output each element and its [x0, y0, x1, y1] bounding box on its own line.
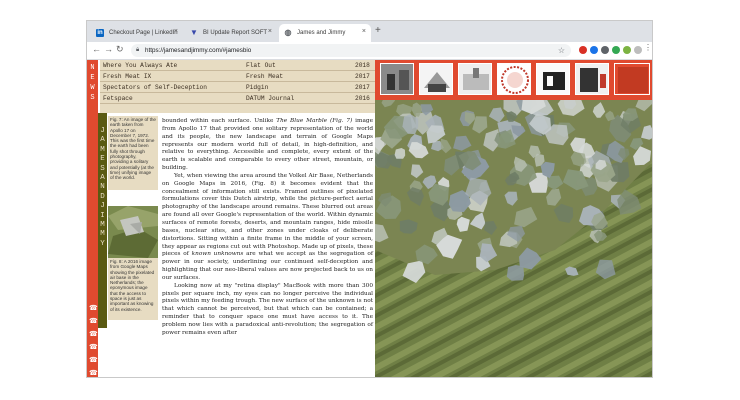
tab-bi-report[interactable]: ▼ BI Update Report SOFT × [185, 24, 277, 42]
text-run: bounded within each surface. Unlike [162, 118, 277, 124]
extension-icon[interactable] [590, 46, 598, 54]
figure-8-caption: Fig. 8: A 2016 image from Google Maps sh… [108, 258, 158, 320]
link-icon[interactable]: ☎ [89, 318, 98, 325]
browser-toolbar: ← → ↻ 🔒︎ https://jamesandjimmy.com/#jame… [87, 42, 652, 60]
article-paragraph: Looking now at my "retina display" MacBo… [162, 282, 373, 336]
tab-james-and-jimmy[interactable]: ◍ James and Jimmy × [279, 24, 371, 42]
link-icon[interactable]: ☎ [89, 344, 98, 351]
news-title: Spectators of Self-Deception [103, 84, 207, 91]
mail-icon[interactable]: ☎ [89, 305, 98, 312]
article-paragraph: Yet, when viewing the area around the Vo… [162, 173, 373, 283]
vertical-site-title[interactable]: J A M E S A N D J I M M Y [98, 113, 107, 328]
lock-icon: 🔒︎ [136, 47, 140, 53]
title-letter: N [100, 183, 105, 192]
tab-strip: in Checkout Page | LinkedIn × ▼ BI Updat… [87, 21, 652, 42]
news-title: Where You Always Ate [103, 62, 178, 69]
tab-label: James and Jimmy [297, 30, 346, 36]
title-letter: E [100, 155, 105, 164]
figure-7-caption: Fig. 7: An image of the earth taken from… [108, 116, 158, 190]
news-year: 2017 [355, 84, 370, 91]
news-letter: E [90, 74, 95, 82]
bookmark-star-icon[interactable]: ☆ [558, 44, 565, 57]
project-thumbnail[interactable] [458, 63, 492, 95]
tab-label: Checkout Page | LinkedIn [109, 30, 178, 36]
title-letter: Y [100, 239, 105, 248]
news-publisher: Fresh Meat [246, 73, 284, 80]
browser-window: in Checkout Page | LinkedIn × ▼ BI Updat… [86, 20, 653, 378]
link-icon[interactable]: ☎ [89, 370, 98, 377]
pixel-blur-patch [394, 148, 406, 159]
title-letter: A [100, 136, 105, 145]
project-thumbnail[interactable] [614, 63, 650, 95]
project-thumbnail[interactable] [380, 63, 414, 95]
extension-icon[interactable] [623, 46, 631, 54]
title-letter: I [100, 211, 105, 220]
text-run: Yet, when viewing the area around the Vo… [162, 172, 373, 258]
italic-text: known unknowns [191, 251, 244, 258]
forward-icon[interactable]: → [104, 44, 113, 54]
close-icon[interactable]: × [174, 28, 178, 35]
article-body: bounded within each surface. Unlike The … [162, 118, 373, 338]
extension-icon[interactable] [612, 46, 620, 54]
link-icon[interactable]: ☎ [89, 357, 98, 364]
url-text: https://jamesandjimmy.com/#jamesbio [145, 47, 252, 54]
text-run: image from Apollo 17 that provided one s… [162, 118, 373, 172]
news-publisher: Pidgin [246, 84, 269, 91]
project-thumbnails [375, 60, 652, 100]
web-page: N E W S Where You Always Ate Flat Out 20… [87, 60, 652, 377]
title-letter: J [100, 202, 105, 211]
news-label: N E W S [87, 60, 98, 113]
close-icon[interactable]: × [268, 28, 272, 35]
project-thumbnail[interactable] [575, 63, 609, 95]
reload-icon[interactable]: ↻ [116, 44, 124, 55]
title-letter: S [100, 164, 105, 173]
tab-linkedin[interactable]: in Checkout Page | LinkedIn × [91, 24, 183, 42]
address-bar[interactable]: 🔒︎ https://jamesandjimmy.com/#jamesbio ☆ [131, 44, 571, 57]
news-year: 2016 [355, 95, 370, 102]
menu-dots-icon[interactable]: ⋮ [644, 43, 652, 52]
tab-label: BI Update Report SOFT [203, 30, 268, 36]
news-publisher: Flat Out [246, 62, 276, 69]
news-row[interactable]: Where You Always Ate Flat Out 2018 [100, 60, 375, 71]
news-letter: S [90, 94, 95, 102]
news-letter: N [90, 64, 95, 72]
title-letter: A [100, 174, 105, 183]
news-publisher: DATUM Journal [246, 95, 295, 102]
news-title: Fetspace [103, 95, 133, 102]
pixelated-satellite-image [375, 100, 652, 377]
title-letter: M [100, 230, 105, 239]
italic-text: The Blue Marble (Fig. 7) [276, 118, 353, 124]
globe-icon: ◍ [284, 28, 292, 37]
news-title: Fresh Meat IX [103, 73, 152, 80]
project-thumbnail[interactable] [497, 63, 531, 95]
news-row[interactable]: Fresh Meat IX Fresh Meat 2017 [100, 71, 375, 82]
link-icon[interactable]: ☎ [89, 331, 98, 338]
news-row[interactable]: Fetspace DATUM Journal 2016 [100, 93, 375, 104]
news-year: 2018 [355, 62, 370, 69]
news-row[interactable]: Spectators of Self-Deception Pidgin 2017 [100, 82, 375, 93]
project-thumbnail[interactable] [419, 63, 453, 95]
extension-icon[interactable] [601, 46, 609, 54]
back-icon[interactable]: ← [92, 44, 101, 54]
extension-icon[interactable] [579, 46, 587, 54]
social-sidebar: ☎ ☎ ☎ ☎ ☎ ☎ [87, 113, 98, 377]
avatar[interactable] [634, 46, 642, 54]
title-letter: M [100, 145, 105, 154]
news-year: 2017 [355, 73, 370, 80]
close-icon[interactable]: × [362, 28, 366, 35]
figure-8-image [108, 206, 158, 258]
linkedin-icon: in [96, 29, 104, 37]
news-table: Where You Always Ate Flat Out 2018 Fresh… [100, 60, 375, 113]
project-thumbnail[interactable] [536, 63, 570, 95]
news-letter: W [90, 84, 95, 92]
funnel-icon: ▼ [190, 28, 198, 37]
article-paragraph: bounded within each surface. Unlike The … [162, 118, 373, 173]
title-letter: M [100, 221, 105, 230]
title-letter: J [100, 127, 105, 135]
new-tab-button[interactable]: + [375, 25, 381, 36]
pixel-blur-patch [506, 265, 525, 281]
title-letter: D [100, 192, 105, 201]
